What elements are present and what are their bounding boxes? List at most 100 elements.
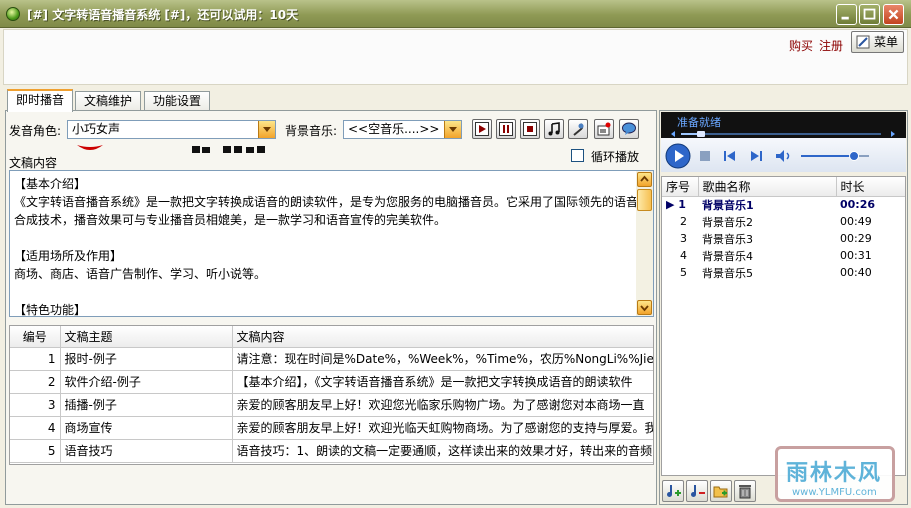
row-topic: 软件介绍-例子 <box>60 370 233 394</box>
pen-icon <box>856 35 870 49</box>
voice-style-text-icon <box>192 146 265 153</box>
playlist-item[interactable]: ▶ 1 背景音乐1 00:26 <box>662 196 905 213</box>
player-status: 准备就绪 <box>677 116 721 129</box>
speech-button[interactable] <box>619 119 639 139</box>
playlist-song: 背景音乐1 <box>702 198 754 212</box>
scroll-down-icon[interactable] <box>637 300 652 315</box>
content-scrollbar[interactable] <box>636 171 653 316</box>
tab-label: 功能设置 <box>153 94 202 108</box>
tab-doc-maintenance[interactable]: 文稿维护 <box>75 91 142 111</box>
row-topic: 报时-例子 <box>60 347 233 371</box>
add-track-icon <box>667 485 681 497</box>
row-id: 4 <box>10 416 61 440</box>
volume-slider[interactable] <box>801 150 871 162</box>
add-track-button[interactable] <box>662 480 684 502</box>
close-button[interactable] <box>883 4 904 25</box>
table-row[interactable]: 5 语音技巧 语音技巧：1、朗读的文稿一定要通顺，这样读出来的效果才好，转出来的… <box>10 439 653 463</box>
pause-button[interactable] <box>496 119 516 139</box>
add-folder-icon <box>713 486 728 498</box>
music-select[interactable]: <<空音乐....>> <box>343 120 462 139</box>
row-topic: 语音技巧 <box>60 439 233 463</box>
stop-icon <box>523 122 537 136</box>
row-id: 3 <box>10 393 61 417</box>
chevron-down-icon[interactable] <box>258 121 275 138</box>
app-icon <box>6 7 20 21</box>
row-id: 2 <box>10 370 61 394</box>
volume-icon[interactable] <box>775 149 793 163</box>
playlist-item[interactable]: 4 背景音乐4 00:31 <box>662 247 905 264</box>
column-header-content[interactable]: 文稿内容 <box>232 326 653 348</box>
row-content: 语音技巧：1、朗读的文稿一定要通顺，这样读出来的效果才好，转出来的音频 <box>232 439 653 463</box>
column-header-song[interactable]: 歌曲名称 <box>698 177 837 197</box>
table-row[interactable]: 1 报时-例子 请注意：现在时间是%Date%，%Week%，%Time%，农历… <box>10 347 653 371</box>
play-button[interactable] <box>472 119 492 139</box>
record-icon <box>597 122 611 136</box>
minimize-button[interactable] <box>836 4 857 25</box>
stop-icon[interactable] <box>699 150 711 162</box>
maximize-button[interactable] <box>859 4 880 25</box>
menu-button-label: 菜单 <box>874 35 899 49</box>
playlist-number: 5 <box>680 266 687 279</box>
tab-settings[interactable]: 功能设置 <box>144 91 211 111</box>
column-header-number[interactable]: 序号 <box>662 177 699 197</box>
playlist-number: 3 <box>680 232 687 245</box>
menu-button[interactable]: 菜单 <box>851 31 904 53</box>
row-content: 【基本介绍】，《文字转语音播音系统》是一款把文字转换成语音的朗读软件 <box>232 370 653 394</box>
playlist-song: 背景音乐5 <box>702 266 753 280</box>
column-header-duration[interactable]: 时长 <box>836 177 905 197</box>
row-content: 亲爱的顾客朋友早上好！欢迎您光临家乐购物广场。为了感谢您对本商场一直 <box>232 393 653 417</box>
content-paragraph <box>14 229 638 247</box>
watermark-logo: 雨林木风 www.YLMFU.com <box>775 446 895 502</box>
table-row[interactable]: 2 软件介绍-例子 【基本介绍】，《文字转语音播音系统》是一款把文字转换成语音的… <box>10 370 653 394</box>
playlist-duration: 00:26 <box>840 198 876 212</box>
delete-button[interactable] <box>734 480 756 502</box>
scroll-thumb[interactable] <box>637 189 652 211</box>
microphone-button[interactable] <box>568 119 588 139</box>
playlist-item[interactable]: 3 背景音乐3 00:29 <box>662 230 905 247</box>
tab-instant-broadcast[interactable]: 即时播音 <box>7 89 74 112</box>
play-icon[interactable] <box>665 143 691 169</box>
window-title: [#] 文字转语音播音系统 [#]，还可以试用：10天 <box>27 8 299 22</box>
next-icon[interactable] <box>749 150 763 162</box>
music-button[interactable] <box>544 119 564 139</box>
remove-track-button[interactable] <box>686 480 708 502</box>
title-bar[interactable]: [#] 文字转语音播音系统 [#]，还可以试用：10天 <box>0 0 911 28</box>
voice-label: 发音角色: <box>9 124 62 138</box>
buy-link[interactable]: 购买 <box>789 37 813 54</box>
loop-checkbox[interactable] <box>571 149 584 162</box>
playlist-duration: 00:29 <box>840 232 872 245</box>
seek-bar[interactable] <box>669 130 899 138</box>
playlist-song: 背景音乐2 <box>702 215 753 229</box>
playlist-number: ▶ 1 <box>662 196 698 213</box>
microphone-icon <box>573 123 584 136</box>
add-folder-button[interactable] <box>710 480 732 502</box>
pause-icon <box>499 122 513 136</box>
content-paragraph: 【基本介绍】 <box>14 177 87 191</box>
content-paragraph: 《文字转语音播音系统》是一款把文字转换成语音的朗读软件，是专为您服务的电脑播音员… <box>14 195 639 227</box>
stop-button[interactable] <box>520 119 540 139</box>
playlist-duration: 00:49 <box>840 215 872 228</box>
table-row[interactable]: 4 商场宣传 亲爱的顾客朋友早上好！欢迎光临天虹购物商场。为了感谢您的支持与厚爱… <box>10 416 653 440</box>
table-row[interactable]: 3 插播-例子 亲爱的顾客朋友早上好！欢迎您光临家乐购物广场。为了感谢您对本商场… <box>10 393 653 417</box>
document-table[interactable]: 编号 文稿主题 文稿内容 1 报时-例子 请注意：现在时间是%Date%，%We… <box>9 325 654 465</box>
chevron-down-icon[interactable] <box>444 121 461 138</box>
column-header-topic[interactable]: 文稿主题 <box>60 326 233 348</box>
playlist-table[interactable]: 序号 歌曲名称 时长 ▶ 1 背景音乐1 00:26 2 背景音乐2 00:49… <box>661 176 906 476</box>
tab-label: 即时播音 <box>16 93 65 107</box>
watermark-url: www.YLMFU.com <box>792 487 877 498</box>
column-header-id[interactable]: 编号 <box>10 326 61 348</box>
register-link[interactable]: 注册 <box>819 37 843 54</box>
playlist-item[interactable]: 2 背景音乐2 00:49 <box>662 213 905 230</box>
playlist-duration: 00:31 <box>840 249 872 262</box>
content-textarea[interactable]: 【基本介绍】 《文字转语音播音系统》是一款把文字转换成语音的朗读软件，是专为您服… <box>9 170 654 317</box>
playlist-item[interactable]: 5 背景音乐5 00:40 <box>662 264 905 281</box>
voice-select-value: 小巧女声 <box>72 122 121 136</box>
record-button[interactable] <box>594 119 614 139</box>
voice-select[interactable]: 小巧女声 <box>67 120 276 139</box>
previous-icon[interactable] <box>723 150 737 162</box>
scroll-up-icon[interactable] <box>637 172 652 187</box>
current-track-icon: ▶ <box>666 198 679 212</box>
row-id: 1 <box>10 347 61 371</box>
speech-bubble-icon <box>622 122 636 135</box>
music-note-icon <box>548 122 560 136</box>
